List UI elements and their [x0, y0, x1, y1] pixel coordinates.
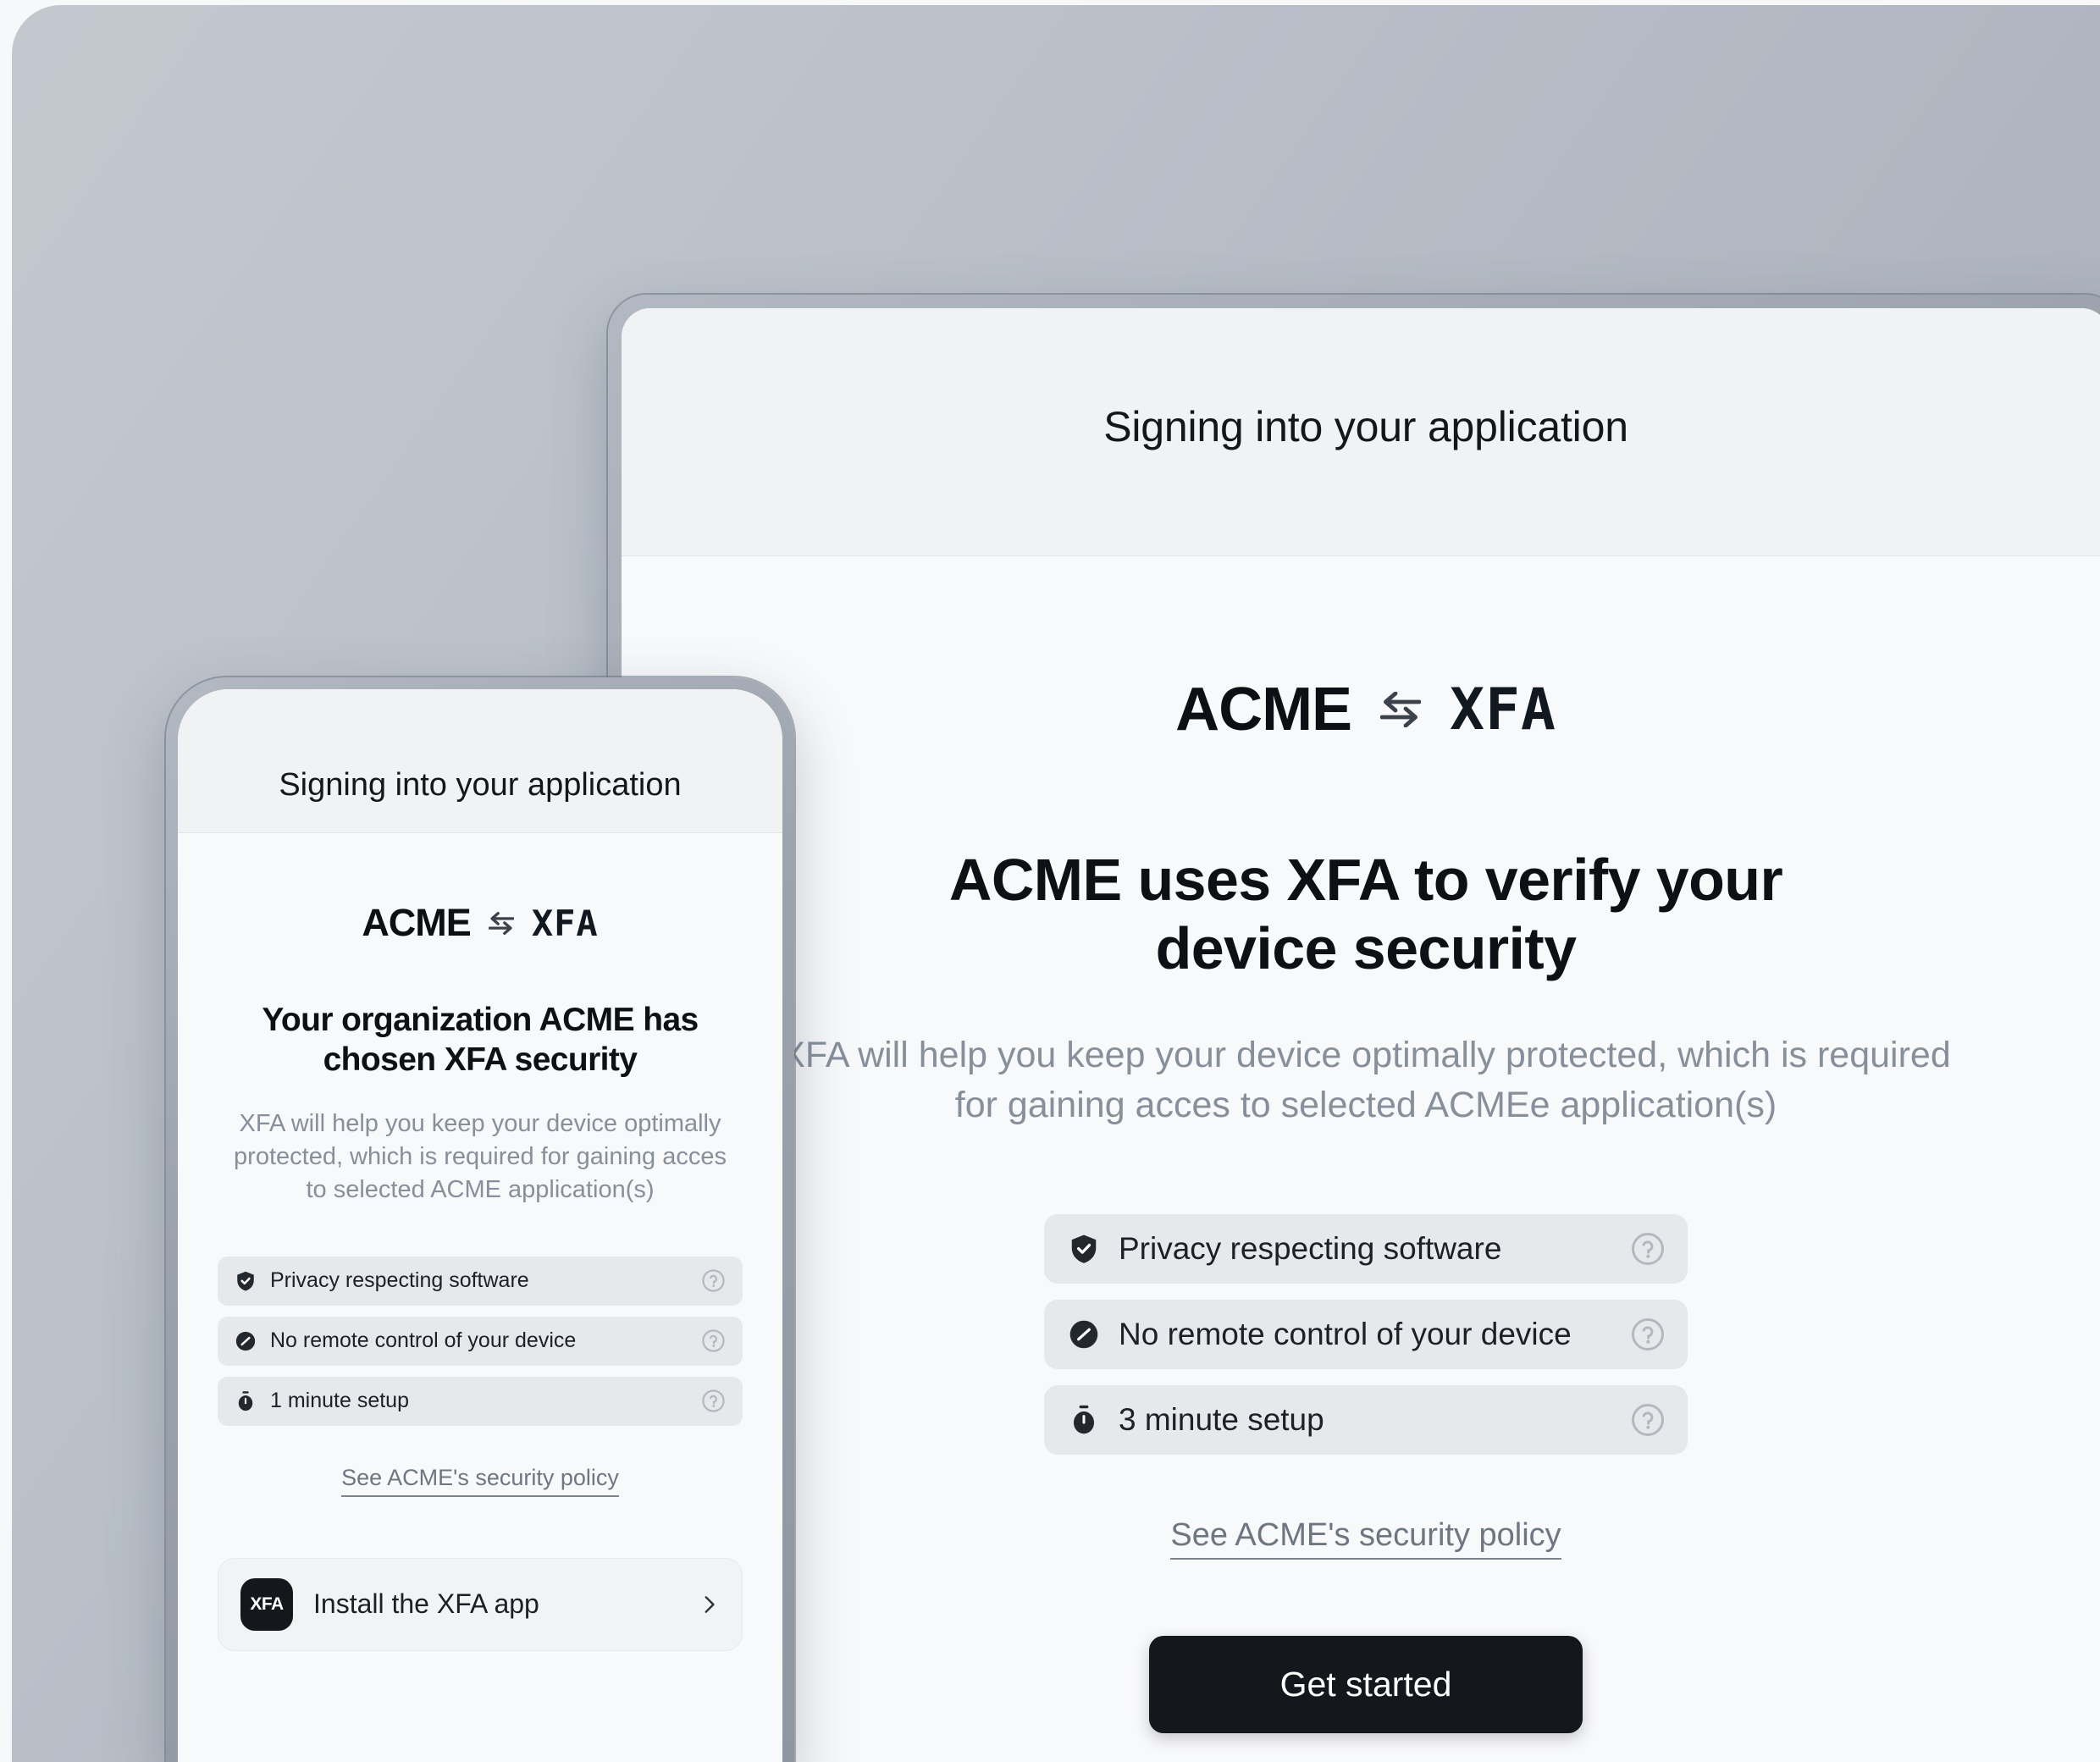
feature-pill-no-remote-control[interactable]: No remote control of your device — [218, 1316, 743, 1366]
question-circle-icon[interactable] — [701, 1328, 726, 1353]
feature-pill-label: No remote control of your device — [270, 1328, 577, 1353]
phone-screen: Signing into your application ACME XFA Y… — [178, 689, 782, 1762]
phone-header: Signing into your application — [178, 689, 782, 833]
phone-logo-row: ACME XFA — [362, 901, 598, 945]
install-app-label: Install the XFA app — [313, 1588, 539, 1620]
phone-content: ACME XFA Your organization ACME has chos… — [178, 833, 782, 1651]
feature-pill-label: No remote control of your device — [1119, 1317, 1572, 1352]
desktop-subtext: XFA will help you keep your device optim… — [781, 1035, 1951, 1125]
feature-pill-label: 1 minute setup — [270, 1389, 409, 1413]
desktop-header-title: Signing into your application — [1103, 403, 1628, 450]
feature-pill-setup-time[interactable]: 3 minute setup — [1044, 1385, 1688, 1455]
swap-horizontal-arrows-icon — [1380, 692, 1422, 727]
question-circle-icon[interactable] — [1630, 1231, 1666, 1267]
question-circle-icon[interactable] — [701, 1389, 726, 1413]
shield-check-icon — [1071, 1235, 1097, 1264]
acme-wordmark: ACME — [1175, 676, 1352, 743]
stopwatch-icon — [1073, 1406, 1095, 1434]
desktop-device-mockup: Signing into your application ACME XFA A… — [608, 295, 2100, 1762]
phone-security-policy-link[interactable]: See ACME's security policy — [341, 1465, 619, 1497]
phone-feature-list: Privacy respecting software No remote co… — [218, 1256, 743, 1426]
no-remote-control-icon — [1069, 1321, 1098, 1349]
no-remote-control-icon — [235, 1331, 256, 1351]
install-xfa-app-row[interactable]: XFA Install the XFA app — [218, 1557, 743, 1651]
phone-header-title: Signing into your application — [279, 767, 682, 803]
stopwatch-icon — [238, 1391, 253, 1411]
phone-headline: Your organization ACME has chosen XFA se… — [262, 1002, 699, 1078]
shield-check-icon — [237, 1271, 254, 1291]
desktop-feature-list: Privacy respecting software No remote co… — [1044, 1214, 1688, 1455]
question-circle-icon[interactable] — [1630, 1317, 1666, 1352]
swap-horizontal-arrows-icon — [488, 911, 514, 935]
feature-pill-label: 3 minute setup — [1119, 1402, 1324, 1438]
feature-pill-privacy[interactable]: Privacy respecting software — [218, 1256, 743, 1306]
xfa-wordmark: XFA — [1450, 676, 1556, 743]
get-started-button[interactable]: Get started — [1149, 1636, 1583, 1734]
desktop-headline: ACME uses XFA to verify your device secu… — [948, 847, 1783, 982]
desktop-logo-row: ACME XFA — [1175, 675, 1556, 744]
desktop-screen: Signing into your application ACME XFA A… — [622, 308, 2100, 1762]
question-circle-icon[interactable] — [701, 1268, 726, 1293]
feature-pill-label: Privacy respecting software — [1119, 1231, 1502, 1267]
feature-pill-privacy[interactable]: Privacy respecting software — [1044, 1214, 1688, 1284]
desktop-security-policy-link[interactable]: See ACME's security policy — [1170, 1517, 1561, 1560]
xfa-wordmark: XFA — [531, 902, 599, 944]
phone-subtext: XFA will help you keep your device optim… — [234, 1109, 727, 1204]
question-circle-icon[interactable] — [1630, 1402, 1666, 1438]
desktop-header: Signing into your application — [622, 308, 2100, 556]
chevron-right-icon — [705, 1596, 715, 1613]
desktop-content: ACME XFA ACME uses XFA to verify your de… — [622, 556, 2100, 1734]
feature-pill-setup-time[interactable]: 1 minute setup — [218, 1376, 743, 1426]
feature-pill-label: Privacy respecting software — [270, 1268, 529, 1293]
phone-device-mockup: Signing into your application ACME XFA Y… — [166, 677, 794, 1762]
acme-wordmark: ACME — [362, 901, 471, 944]
xfa-app-icon: XFA — [240, 1577, 293, 1631]
feature-pill-no-remote-control[interactable]: No remote control of your device — [1044, 1300, 1688, 1370]
